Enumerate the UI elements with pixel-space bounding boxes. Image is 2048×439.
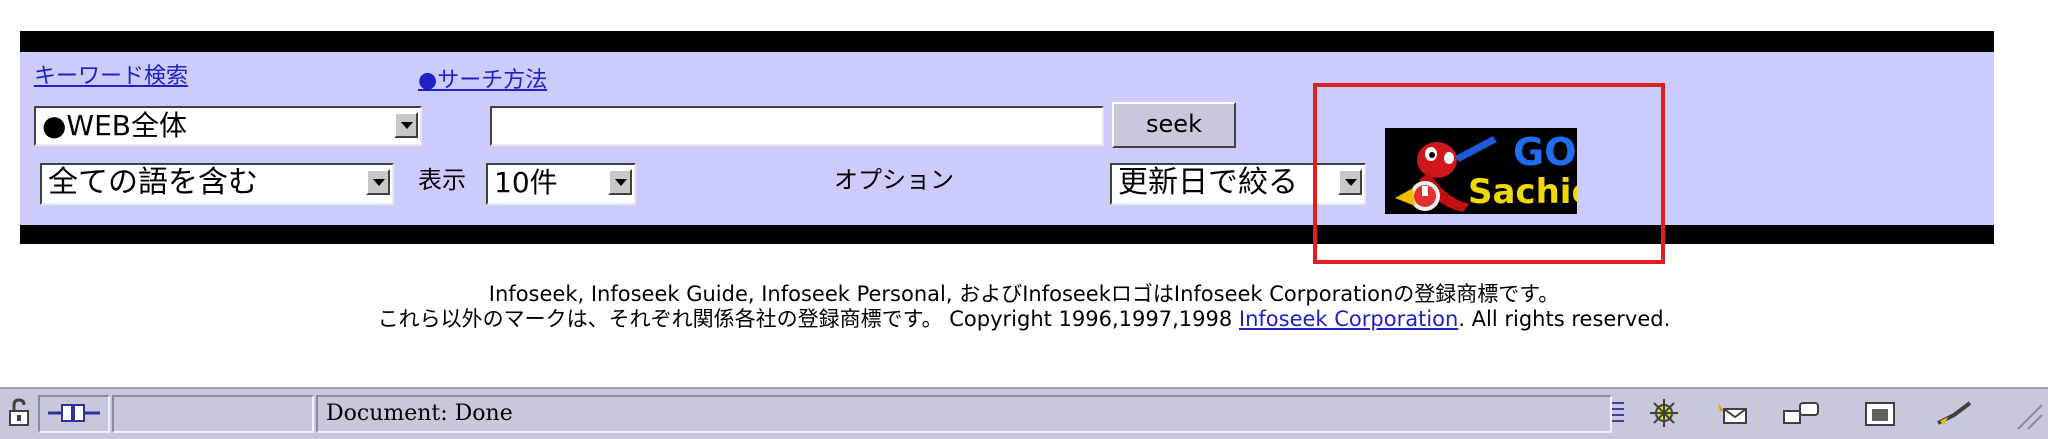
match-mode-select[interactable]: 全ての語を含む (40, 163, 394, 205)
composer-icon[interactable] (1780, 397, 1822, 431)
display-label: 表示 (418, 166, 466, 194)
result-count-select[interactable]: 10件 (486, 163, 636, 205)
progress-cell (112, 395, 314, 433)
status-text-cell: Document: Done (316, 395, 1612, 433)
match-mode-select-value: 全ての語を含む (48, 165, 258, 200)
status-text: Document: Done (326, 401, 513, 426)
footer-copyright-prefix: これら以外のマークは、それぞれ関係各社の登録商標です。 Copyright 19… (377, 307, 1239, 331)
navigator-icon[interactable] (1646, 397, 1682, 431)
status-bar: Document: Done (0, 387, 2048, 439)
scope-select-value: ●WEB全体 (42, 109, 188, 142)
top-black-bar (20, 31, 1994, 52)
chevron-down-icon[interactable] (608, 169, 632, 195)
search-method-link[interactable]: ●サーチ方法 (418, 68, 547, 94)
bottom-black-bar (20, 225, 1994, 244)
lock-icon[interactable] (6, 397, 36, 431)
highlight-box (1313, 83, 1665, 264)
date-filter-select-value: 更新日で絞る (1118, 165, 1298, 200)
mail-icon[interactable] (1710, 397, 1750, 431)
search-input[interactable] (490, 106, 1104, 146)
infoseek-corporation-link[interactable]: Infoseek Corporation (1239, 307, 1458, 331)
options-label: オプション (834, 166, 954, 194)
result-count-select-value: 10件 (494, 166, 558, 199)
seek-button[interactable]: seek (1112, 102, 1236, 148)
footer-copyright-suffix: . All rights reserved. (1458, 307, 1671, 331)
editor-icon[interactable] (1934, 397, 1974, 431)
scope-select[interactable]: ●WEB全体 (34, 106, 422, 146)
keyword-search-link[interactable]: キーワード検索 (34, 64, 188, 90)
footer-copyright-line: これら以外のマークは、それぞれ関係各社の登録商標です。 Copyright 19… (0, 306, 2048, 332)
grip-icon (1612, 402, 1624, 422)
chevron-down-icon[interactable] (394, 112, 418, 138)
chevron-down-icon[interactable] (366, 169, 390, 195)
address-book-icon[interactable] (1862, 397, 1898, 431)
resize-grip-icon[interactable] (2010, 397, 2044, 431)
connection-icon (48, 404, 100, 422)
connection-cell (38, 395, 110, 433)
footer-trademark-line: Infoseek, Infoseek Guide, Infoseek Perso… (488, 282, 1560, 306)
